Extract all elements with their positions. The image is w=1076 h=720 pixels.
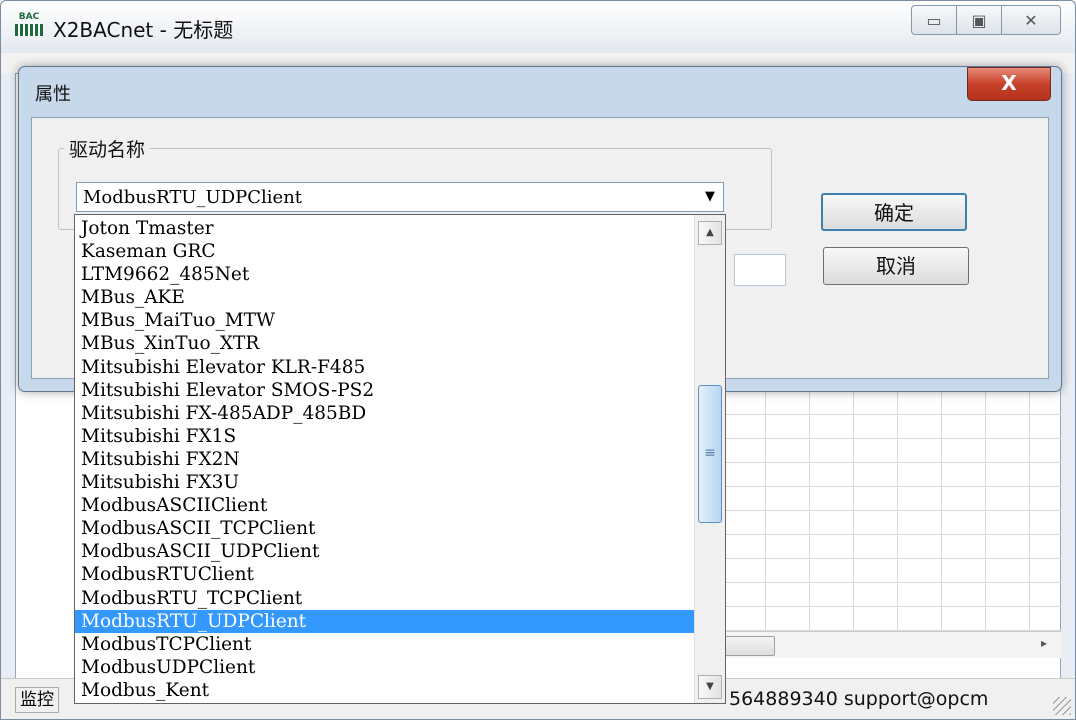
dropdown-item[interactable]: Mitsubishi FX-485ADP_485BD (75, 402, 695, 425)
horizontal-scrollbar[interactable]: ▸ (721, 631, 1061, 658)
horizontal-scroll-thumb[interactable] (721, 636, 775, 656)
dropdown-item[interactable]: MBus_XinTuo_XTR (75, 332, 695, 355)
dialog-title: 属性 (35, 84, 71, 105)
main-titlebar[interactable]: BAC X2BACnet - 无标题 ▭ ▣ ✕ (1, 1, 1075, 53)
dropdown-item[interactable]: ModbusRTUClient (75, 563, 695, 586)
dropdown-item[interactable]: Mitsubishi FX2N (75, 448, 695, 471)
resize-grip-icon[interactable] (1053, 697, 1071, 715)
hidden-edit-field[interactable] (734, 254, 786, 286)
window-controls: ▭ ▣ ✕ (911, 5, 1061, 35)
driver-name-group-label: 驱动名称 (64, 135, 151, 162)
driver-dropdown-list[interactable]: Joton Tmaster Kaseman GRC LTM9662_485Net MB… (74, 214, 726, 704)
dropdown-item[interactable]: ModbusASCII_TCPClient (75, 517, 695, 540)
scroll-down-icon[interactable]: ▼ (698, 675, 722, 699)
dropdown-item[interactable]: ModbusUDPClient (75, 656, 695, 679)
dropdown-item[interactable]: Mitsubishi FX3U (75, 471, 695, 494)
dropdown-item[interactable]: Joton Tmaster (75, 217, 695, 240)
dropdown-item[interactable]: MBus_AKE (75, 286, 695, 309)
status-pane-left: 监控 (15, 687, 59, 713)
data-grid[interactable] (721, 391, 1061, 631)
vertical-scrollbar[interactable]: ▲ ≡ ▼ (694, 215, 725, 703)
driver-name-combo-value: ModbusRTU_UDPClient (83, 187, 303, 208)
app-icon-text: BAC (18, 12, 40, 22)
driver-name-combobox[interactable]: ModbusRTU_UDPClient ▼ (76, 182, 724, 212)
ok-button[interactable]: 确定 (821, 193, 967, 231)
close-button[interactable]: ✕ (1001, 5, 1061, 35)
dropdown-item[interactable]: ModbusTCPClient (75, 633, 695, 656)
dropdown-items: Joton Tmaster Kaseman GRC LTM9662_485Net MB… (75, 217, 695, 702)
app-icon-bars (15, 24, 43, 36)
maximize-icon: ▣ (971, 10, 987, 30)
dropdown-item[interactable]: Kaseman GRC (75, 240, 695, 263)
dropdown-item[interactable]: ModbusASCIIClient (75, 494, 695, 517)
dialog-close-button[interactable]: X (967, 67, 1051, 101)
dialog-close-icon: X (1001, 71, 1017, 95)
scroll-up-icon[interactable]: ▲ (698, 221, 722, 245)
vertical-scroll-thumb[interactable]: ≡ (698, 385, 722, 523)
maximize-button[interactable]: ▣ (956, 5, 1002, 35)
dropdown-item[interactable]: ModbusASCII_UDPClient (75, 540, 695, 563)
dropdown-item[interactable]: LTM9662_485Net (75, 263, 695, 286)
dropdown-item[interactable]: Modbus_Kent (75, 679, 695, 702)
dropdown-item[interactable]: MBus_MaiTuo_MTW (75, 309, 695, 332)
close-icon: ✕ (1024, 10, 1038, 30)
dropdown-item[interactable]: ModbusRTU_UDPClient (75, 609, 695, 633)
dropdown-item[interactable]: Mitsubishi FX1S (75, 425, 695, 448)
minimize-button[interactable]: ▭ (911, 5, 957, 35)
app-icon: BAC (15, 13, 43, 41)
chevron-down-icon[interactable]: ▼ (699, 185, 721, 209)
dropdown-item[interactable]: ModbusRTU_TCPClient (75, 587, 695, 610)
dropdown-item[interactable]: Mitsubishi Elevator SMOS-PS2 (75, 379, 695, 402)
minimize-icon: ▭ (926, 10, 942, 30)
scroll-right-icon[interactable]: ▸ (1041, 636, 1047, 650)
status-pane-contact: 564889340 support@opcm (729, 688, 989, 710)
window-title: X2BACnet - 无标题 (53, 18, 234, 42)
dropdown-item[interactable]: Mitsubishi Elevator KLR-F485 (75, 356, 695, 379)
cancel-button[interactable]: 取消 (823, 247, 969, 285)
